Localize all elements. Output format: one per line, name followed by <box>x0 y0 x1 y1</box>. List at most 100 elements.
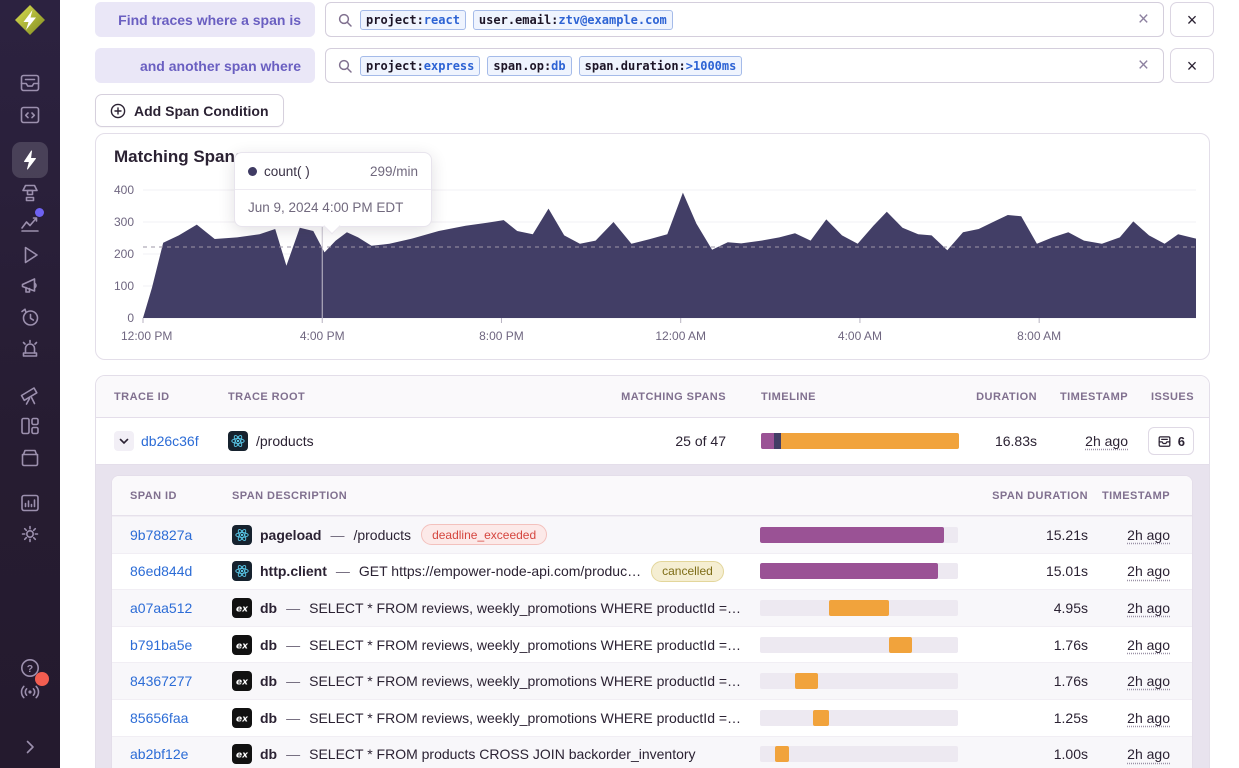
sidebar-item-stats[interactable] <box>0 491 60 515</box>
add-span-condition-button[interactable]: Add Span Condition <box>95 94 284 127</box>
svg-text:ex: ex <box>236 641 249 651</box>
clear-filter-icon[interactable]: × <box>1134 10 1153 29</box>
token-value: >1000ms <box>686 59 737 73</box>
sidebar-collapse-button[interactable] <box>0 735 60 759</box>
broadcast-icon <box>18 679 42 703</box>
trace-issues-button[interactable]: 6 <box>1148 427 1194 455</box>
span-id-link[interactable]: a07aa512 <box>130 600 192 616</box>
span-id-link[interactable]: 9b78827a <box>130 527 192 543</box>
sidebar-item-whats-new[interactable] <box>0 679 60 703</box>
span-description: SELECT * FROM reviews, weekly_promotions… <box>309 710 741 726</box>
sidebar-item-metrics[interactable] <box>0 211 60 235</box>
bar-fill <box>889 637 913 653</box>
main-content: Find traces where a span is project:reac… <box>60 0 1239 768</box>
span-duration-bar <box>760 527 958 543</box>
span-id-link[interactable]: 85656faa <box>130 710 188 726</box>
col-matching-spans: MATCHING SPANS <box>616 391 726 403</box>
sidebar-item-settings[interactable] <box>0 522 60 546</box>
span-row[interactable]: 86ed844d http.client — GET https://empow… <box>112 553 1192 590</box>
delete-condition-button-2[interactable]: × <box>1170 48 1214 83</box>
sidebar-item-help[interactable]: ? <box>0 656 60 680</box>
col-issues: ISSUES <box>1128 391 1194 403</box>
sidebar-item-traces[interactable] <box>0 142 60 178</box>
span-row[interactable]: 85656faa ex db — SELECT * FROM reviews, … <box>112 699 1192 736</box>
express-icon: ex <box>232 708 252 728</box>
spans-sub-table: SPAN ID SPAN DESCRIPTION SPAN DURATION T… <box>111 475 1193 768</box>
chevron-down-icon <box>118 435 130 447</box>
span-op: db <box>260 710 277 726</box>
span-row[interactable]: 84367277 ex db — SELECT * FROM reviews, … <box>112 662 1192 699</box>
span-duration: 1.00s <box>958 746 1088 762</box>
sidebar-item-replays[interactable] <box>0 243 60 267</box>
filter-token[interactable]: span.op:db <box>487 56 571 76</box>
svg-text:ex: ex <box>236 678 249 688</box>
filter-token[interactable]: span.duration:>1000ms <box>579 56 743 76</box>
col-trace-id: TRACE ID <box>114 391 228 403</box>
tooltip-series-name: count( ) <box>264 164 310 179</box>
svg-text:400: 400 <box>114 183 134 197</box>
filter-token[interactable]: user.email:ztv@example.com <box>473 10 673 30</box>
span-duration: 1.76s <box>958 673 1088 689</box>
clock-history-icon <box>18 305 42 329</box>
spans-table-header: SPAN ID SPAN DESCRIPTION SPAN DURATION T… <box>112 476 1192 516</box>
sidebar-item-issues[interactable] <box>0 71 60 95</box>
sidebar-item-feedback[interactable] <box>0 274 60 298</box>
add-condition-row: Add Span Condition <box>95 94 1239 127</box>
span-row[interactable]: 9b78827a pageload — /products deadline_e… <box>112 516 1192 553</box>
express-icon: ex <box>232 744 252 764</box>
traces-table-header: TRACE ID TRACE ROOT MATCHING SPANS TIMEL… <box>96 376 1209 418</box>
siren-icon <box>18 336 42 360</box>
clear-filter-icon[interactable]: × <box>1134 56 1153 75</box>
sidebar-item-insights[interactable] <box>0 180 60 204</box>
lightning-icon <box>18 148 42 172</box>
bar-fill <box>829 600 888 616</box>
sidebar-item-releases[interactable] <box>0 445 60 469</box>
filter-token[interactable]: project:express <box>360 56 480 76</box>
delete-condition-button-1[interactable]: × <box>1170 2 1214 37</box>
span-id-link[interactable]: 86ed844d <box>130 563 192 579</box>
archive-box-icon <box>18 445 42 469</box>
bar-stats-icon <box>18 491 42 515</box>
bar-fill <box>760 563 938 579</box>
span-id-link[interactable]: 84367277 <box>130 673 192 689</box>
collapse-trace-button[interactable] <box>114 431 134 451</box>
span-filter-input-2[interactable]: project:express span.op:db span.duration… <box>325 48 1164 83</box>
span-timestamp: 2h ago <box>1127 710 1170 726</box>
token-value: react <box>424 13 460 27</box>
span-id-link[interactable]: ab2bf12e <box>130 746 188 762</box>
span-duration: 15.01s <box>958 563 1088 579</box>
insights-icon <box>18 180 42 204</box>
span-duration: 1.76s <box>958 637 1088 653</box>
span-description: SELECT * FROM reviews, weekly_promotions… <box>309 673 741 689</box>
sidebar-item-projects[interactable] <box>0 103 60 127</box>
col-trace-root: TRACE ROOT <box>228 391 616 403</box>
trace-id-link[interactable]: db26c36f <box>141 433 199 449</box>
span-row[interactable]: b791ba5e ex db — SELECT * FROM reviews, … <box>112 626 1192 663</box>
sidebar-item-alerts[interactable] <box>0 336 60 360</box>
svg-text:200: 200 <box>114 247 134 261</box>
col-span-description: SPAN DESCRIPTION <box>232 490 760 502</box>
token-key: user.email: <box>479 13 558 27</box>
filter-token[interactable]: project:react <box>360 10 466 30</box>
svg-text:12:00 AM: 12:00 AM <box>655 329 706 343</box>
trace-row[interactable]: db26c36f /products 25 of 47 16.83s 2h ag… <box>96 418 1209 464</box>
sidebar-item-discover[interactable] <box>0 383 60 407</box>
col-span-id: SPAN ID <box>130 490 232 502</box>
span-filter-input-1[interactable]: project:react user.email:ztv@example.com… <box>325 2 1164 37</box>
sidebar-item-dashboards[interactable] <box>0 414 60 438</box>
plus-circle-icon <box>110 103 126 119</box>
selected-item-highlight <box>12 142 48 178</box>
span-row[interactable]: ab2bf12e ex db — SELECT * FROM products … <box>112 736 1192 768</box>
condition-label-1: Find traces where a span is <box>95 2 315 37</box>
express-icon: ex <box>232 635 252 655</box>
app-logo[interactable] <box>0 2 60 38</box>
timeline-segment <box>761 433 774 449</box>
add-span-condition-label: Add Span Condition <box>134 103 269 119</box>
issues-icon <box>18 71 42 95</box>
span-timestamp: 2h ago <box>1127 527 1170 543</box>
express-icon: ex <box>232 598 252 618</box>
span-row[interactable]: a07aa512 ex db — SELECT * FROM reviews, … <box>112 589 1192 626</box>
sidebar-item-crons[interactable] <box>0 305 60 329</box>
span-description: SELECT * FROM reviews, weekly_promotions… <box>309 637 741 653</box>
span-id-link[interactable]: b791ba5e <box>130 637 192 653</box>
